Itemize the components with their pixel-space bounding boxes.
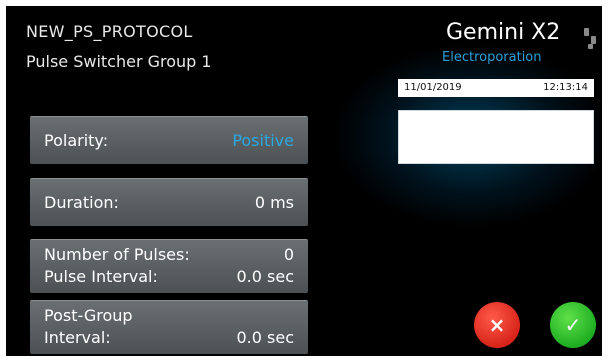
check-icon: ✓	[564, 313, 582, 337]
group-name: Pulse Switcher Group 1	[26, 52, 212, 71]
duration-field[interactable]: Duration: 0 ms	[30, 178, 308, 226]
polarity-label: Polarity:	[44, 131, 109, 150]
cancel-button[interactable]: ×	[474, 302, 520, 348]
confirm-button[interactable]: ✓	[550, 302, 596, 348]
pulse-interval-value: 0.0 sec	[236, 267, 294, 286]
time-readout: 12:13:14	[543, 82, 588, 93]
number-of-pulses-value: 0	[283, 245, 294, 264]
duration-label: Duration:	[44, 193, 119, 212]
post-group-label-line1: Post-Group	[44, 306, 133, 325]
status-display-box	[398, 110, 594, 164]
duration-value: 0 ms	[254, 193, 294, 212]
post-group-interval-field[interactable]: Post-Group Interval: 0.0 sec	[30, 300, 308, 354]
device-screen: NEW_PS_PROTOCOL Pulse Switcher Group 1 G…	[6, 6, 602, 356]
pulse-interval-label: Pulse Interval:	[44, 267, 158, 286]
close-icon: ×	[488, 313, 506, 337]
menu-icon[interactable]	[584, 28, 598, 50]
date-time-bar: 11/01/2019 12:13:14	[398, 79, 594, 97]
post-group-interval-value: 0.0 sec	[236, 328, 294, 347]
polarity-field[interactable]: Polarity: Positive	[30, 116, 308, 164]
polarity-value: Positive	[232, 131, 294, 150]
protocol-name: NEW_PS_PROTOCOL	[26, 22, 193, 41]
device-subtitle: Electroporation	[442, 50, 542, 65]
date-readout: 11/01/2019	[404, 82, 462, 93]
pulses-field[interactable]: Number of Pulses: 0 Pulse Interval: 0.0 …	[30, 239, 308, 293]
post-group-label-line2: Interval:	[44, 328, 111, 347]
number-of-pulses-label: Number of Pulses:	[44, 245, 190, 264]
device-title: Gemini X2	[446, 20, 561, 45]
